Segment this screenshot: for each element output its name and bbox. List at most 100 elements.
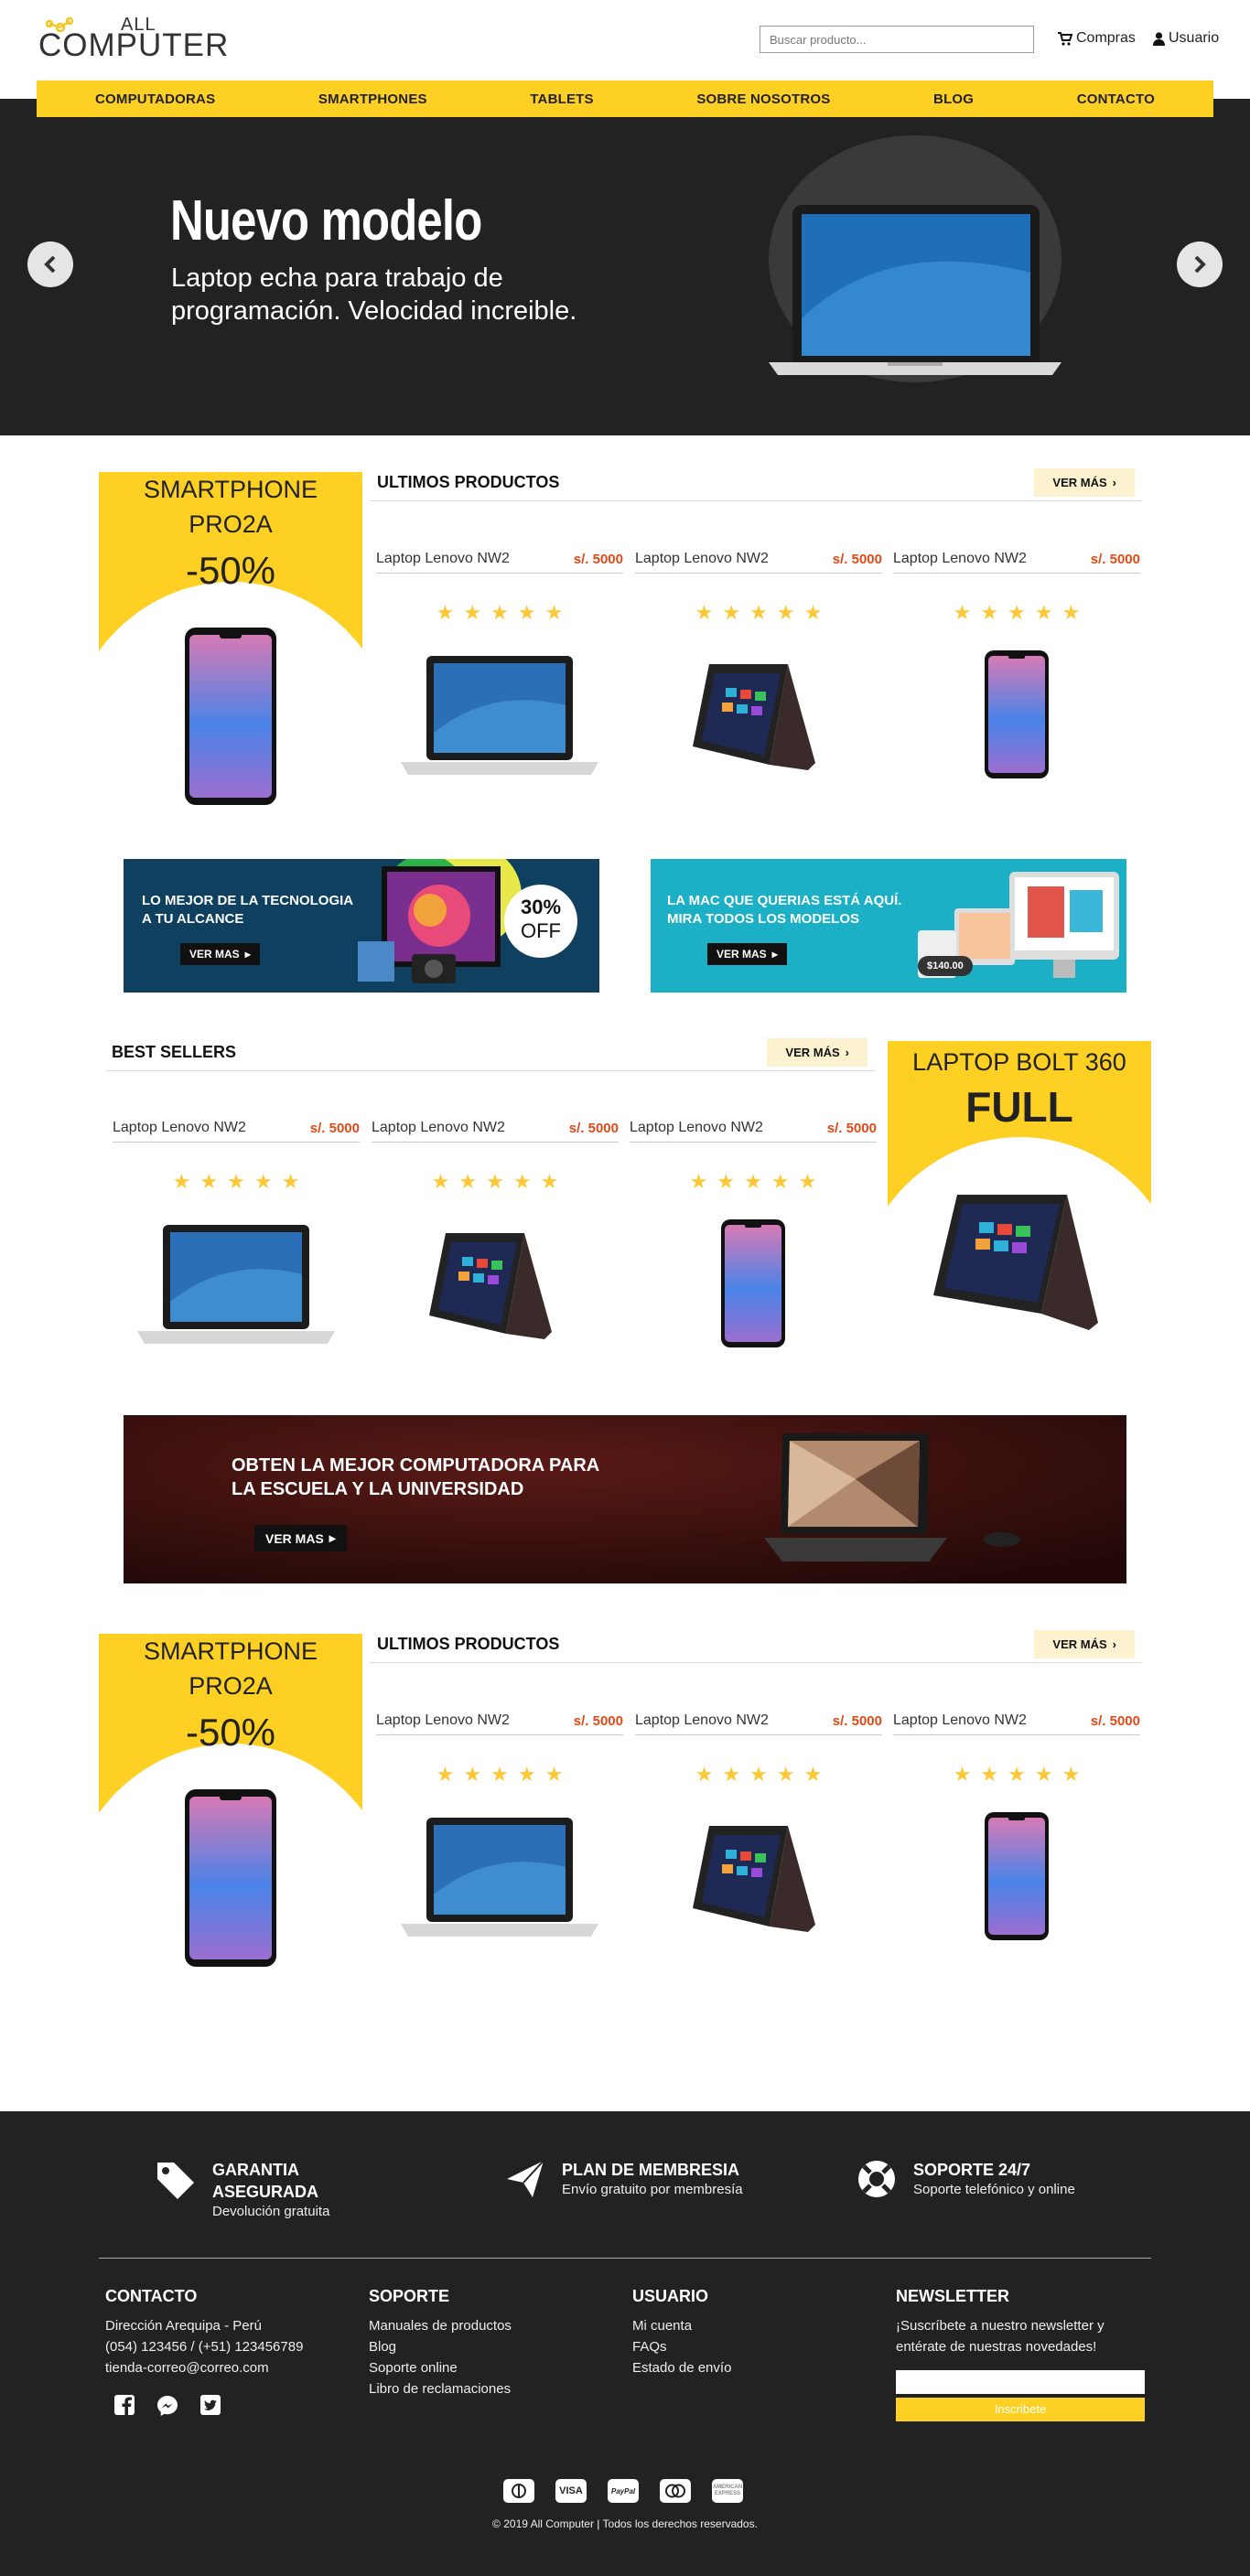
star-icon: ★ [980,601,999,624]
product-rating: ★ ★ ★ ★ ★ [113,1172,360,1192]
section-latest-2: ULTIMOS PRODUCTOS VER MÁS › [370,1626,1142,1663]
promo-title-line-1: SMARTPHONE [143,476,318,503]
product-card[interactable]: Laptop Lenovo NW2 s/. 5000 ★ ★ ★ ★ ★ [635,1712,882,1949]
contact-phones: (054) 123456 / (+51) 123456789 [105,2339,304,2355]
product-card[interactable]: Laptop Lenovo NW2 s/. 5000 ★ ★ ★ ★ ★ [630,1120,877,1357]
nav-item-blog[interactable]: BLOG [933,91,974,107]
product-image[interactable] [635,623,882,788]
ver-mas-button[interactable]: VER MÁS › [1034,468,1135,497]
convertible-laptop-image [429,1233,552,1339]
price-tag: $140.00 [918,956,973,976]
product-header: Laptop Lenovo NW2 s/. 5000 [372,1120,619,1143]
footer-link[interactable]: Blog [369,2336,616,2357]
star-icon: ★ [436,601,455,624]
nav-item-contacto[interactable]: CONTACTO [1077,91,1155,107]
promo-smartphone-card-2[interactable]: SMARTPHONE PRO2A -50% [99,1634,362,1989]
banner-tech-line-1: LO MEJOR DE LA TECNOLOGIA [142,893,354,908]
contact-address: Dirección Arequipa - Perú [105,2318,262,2334]
product-image[interactable] [893,623,1140,788]
footer-link[interactable]: Libro de reclamaciones [369,2378,616,2399]
twitter-icon[interactable] [200,2395,221,2415]
banner-school-button-label: VER MAS [265,1530,324,1546]
banner-mac-button[interactable]: VER MAS ▸ [707,943,787,965]
caret-right-icon: ▸ [329,1530,336,1545]
carousel-next-button[interactable] [1177,242,1223,287]
newsletter-text: ¡Suscríbete a nuestro newsletter y entér… [896,2318,1105,2355]
star-icon: ★ [749,1763,768,1786]
newsletter-subscribe-button[interactable]: Inscribete [896,2398,1145,2421]
product-name: Laptop Lenovo NW2 [376,1712,510,1728]
product-header: Laptop Lenovo NW2 s/. 5000 [376,1712,623,1735]
discount-badge-off: OFF [521,919,561,942]
product-image[interactable] [376,623,623,788]
american-express-icon: AMERICAN EXPRESS [712,2479,743,2503]
promo-smartphone-card[interactable]: SMARTPHONE PRO2A -50% [99,472,362,827]
carousel-prev-button[interactable] [27,242,73,287]
search-input[interactable] [760,26,1034,53]
feature-subtitle: Soporte telefónico y online [913,2182,1075,2197]
product-image[interactable] [635,1785,882,1949]
nav-item-sobre-nosotros[interactable]: SOBRE NOSOTROS [696,91,830,107]
newsletter-email-input[interactable] [896,2370,1145,2394]
ver-mas-button[interactable]: VER MÁS › [1034,1630,1135,1658]
promo-laptop-bolt-card[interactable]: LAPTOP BOLT 360 FULL [888,1041,1151,1396]
product-card[interactable]: Laptop Lenovo NW2 s/. 5000 ★ ★ ★ ★ ★ [376,551,623,788]
footer-link[interactable]: FAQs [632,2336,879,2357]
star-icon: ★ [1061,601,1081,624]
chevron-right-icon: › [845,1046,849,1059]
section-latest-1: ULTIMOS PRODUCTOS VER MÁS › [370,465,1142,501]
product-card[interactable]: Laptop Lenovo NW2 s/. 5000 ★ ★ ★ ★ ★ [372,1120,619,1357]
promo-banner-tech[interactable]: LO MEJOR DE LA TECNOLOGIA A TU ALCANCE V… [124,859,599,993]
product-card[interactable]: Laptop Lenovo NW2 s/. 5000 ★ ★ ★ ★ ★ [376,1712,623,1949]
ver-mas-label: VER MÁS [1052,476,1107,489]
user-link[interactable]: Usuario [1153,30,1219,47]
nav-item-computadoras[interactable]: COMPUTADORAS [95,91,215,107]
promo-banner-mac[interactable]: LA MAC QUE QUERIAS ESTÁ AQUÍ. MIRA TODOS… [651,859,1126,993]
footer-link[interactable]: Estado de envío [632,2357,879,2378]
product-image[interactable] [376,1785,623,1949]
banner-tech-button[interactable]: VER MAS ▸ [180,943,260,965]
feature-title-2: ASEGURADA [212,2183,319,2201]
product-image[interactable] [893,1785,1140,1949]
feature-membership: PLAN DE MEMBRESIA Envío gratuito por memb… [505,2159,745,2199]
support-links: Manuales de productos Blog Soporte online L… [369,2315,616,2399]
product-header: Laptop Lenovo NW2 s/. 5000 [635,551,882,574]
nav-item-tablets[interactable]: TABLETS [530,91,593,107]
banner-mac-button-label: VER MAS [717,948,767,961]
footer-link[interactable]: Soporte online [369,2357,616,2378]
product-image[interactable] [372,1192,619,1357]
footer-support: SOPORTE Manuales de productos Blog Soporte… [369,2287,616,2399]
product-image[interactable] [630,1192,877,1357]
facebook-icon[interactable] [114,2395,135,2415]
product-rating: ★ ★ ★ ★ ★ [372,1172,619,1192]
promo-banner-school[interactable]: OBTEN LA MEJOR COMPUTADORA PARA LA ESCUE… [124,1415,1126,1583]
messenger-icon[interactable] [156,2395,178,2417]
feature-warranty: GARANTIA ASEGURADA Devolución gratuita [156,2159,329,2221]
product-rating: ★ ★ ★ ★ ★ [376,1765,623,1785]
footer-link[interactable]: Mi cuenta [632,2315,879,2336]
product-image[interactable] [113,1192,360,1357]
nav-item-smartphones[interactable]: SMARTPHONES [318,91,427,107]
cart-link[interactable]: Compras [1058,30,1136,47]
promo-discount: -50% [185,549,276,592]
product-card[interactable]: Laptop Lenovo NW2 s/. 5000 ★ ★ ★ ★ ★ [893,1712,1140,1949]
footer-column-title: CONTACTO [105,2287,198,2305]
hero-subtitle: Laptop echa para trabajo de programación… [171,263,577,326]
banner-tech-line-2: A TU ALCANCE [142,911,244,927]
footer-link[interactable]: Manuales de productos [369,2315,616,2336]
product-name: Laptop Lenovo NW2 [635,1712,769,1728]
feature-subtitle: Devolución gratuita [212,2204,330,2219]
product-card[interactable]: Laptop Lenovo NW2 s/. 5000 ★ ★ ★ ★ ★ [893,551,1140,788]
promo-title-line-2: PRO2A [189,510,273,538]
logo[interactable]: ALL COMPUTER [37,15,256,63]
banner-school-line-1: OBTEN LA MEJOR COMPUTADORA PARA [232,1455,600,1476]
promo-title: SMARTPHONE PRO2A [99,1634,362,1703]
star-icon: ★ [689,1170,708,1193]
product-card[interactable]: Laptop Lenovo NW2 s/. 5000 ★ ★ ★ ★ ★ [113,1120,360,1357]
caret-right-icon: ▸ [771,948,778,961]
ver-mas-button[interactable]: VER MÁS › [767,1038,867,1067]
product-card[interactable]: Laptop Lenovo NW2 s/. 5000 ★ ★ ★ ★ ★ [635,551,882,788]
banner-school-button[interactable]: VER MAS ▸ [254,1525,347,1551]
promo-title-line-2: PRO2A [189,1672,273,1700]
product-price: s/. 5000 [1090,1712,1140,1729]
